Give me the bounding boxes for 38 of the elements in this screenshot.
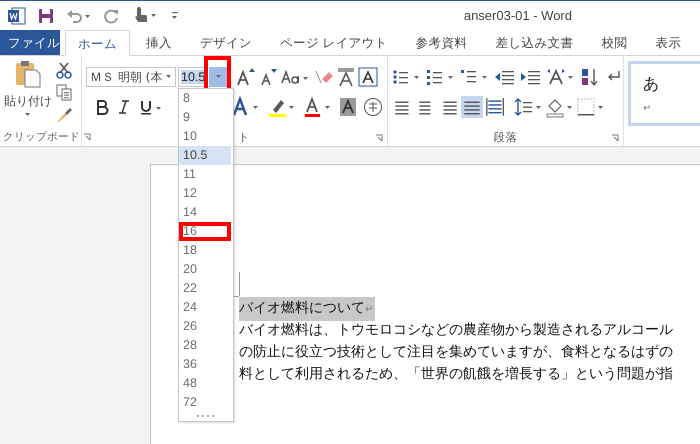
font-size-option[interactable]: 22 <box>179 279 231 298</box>
paste-button[interactable]: 貼り付け <box>4 93 52 110</box>
ribbon-tab[interactable]: 校閲 <box>589 30 640 55</box>
font-size-field[interactable]: 10.5 <box>178 67 207 87</box>
body-text-line: の防止に役立つ技術として注目を集めていますが、食料となるはずの <box>239 344 673 360</box>
font-size-option[interactable]: 12 <box>179 184 231 203</box>
font-size-option[interactable]: 10 <box>179 127 231 146</box>
font-size-option[interactable]: 48 <box>179 374 231 393</box>
font-size-option[interactable]: 36 <box>179 355 231 374</box>
font-size-option[interactable]: 8 <box>179 89 231 108</box>
font-size-option[interactable]: 26 <box>179 317 231 336</box>
ribbon-tab[interactable]: ファイル <box>0 30 60 55</box>
font-size-option[interactable]: 18 <box>179 241 231 260</box>
font-name-field[interactable]: ＭＳ 明朝 (本 <box>86 67 176 87</box>
font-size-option[interactable]: 16 <box>179 222 231 241</box>
document-heading: バイオ燃料について↵ <box>239 297 376 321</box>
group-label: クリップボード <box>3 130 80 144</box>
ribbon-tab[interactable]: 差し込み文書 <box>483 30 586 55</box>
body-text-line: 料として利用されるため、「世界の飢餓を増長する」という問題が指 <box>239 366 673 382</box>
font-size-option[interactable]: 24 <box>179 298 231 317</box>
ribbon-tab[interactable]: 表示 <box>643 30 694 55</box>
style-gallery-item[interactable]: あ ↵ <box>628 61 700 126</box>
group-label: ト <box>238 130 250 144</box>
ribbon-tab[interactable]: デザイン <box>188 30 264 55</box>
ribbon-tab[interactable]: 挿入 <box>134 30 184 55</box>
font-size-option[interactable]: 20 <box>179 260 231 279</box>
font-size-option[interactable]: 28 <box>179 336 231 355</box>
window-title: anser03-01 - Word <box>464 8 572 23</box>
ribbon-tab[interactable]: ページ レイアウト <box>268 30 400 55</box>
font-size-option[interactable]: 10.5 <box>179 146 231 165</box>
font-size-option[interactable]: 11 <box>179 165 231 184</box>
ribbon-tab[interactable]: 参考資料 <box>403 30 480 55</box>
font-size-option[interactable]: 14 <box>179 203 231 222</box>
font-size-option[interactable]: 72 <box>179 393 231 412</box>
body-text-line: バイオ燃料は、トウモロコシなどの農産物から製造されるアルコール <box>239 322 673 338</box>
font-size-option[interactable]: 9 <box>179 108 231 127</box>
ribbon-tab[interactable]: ホーム <box>65 30 130 56</box>
group-label: 段落 <box>494 130 518 144</box>
